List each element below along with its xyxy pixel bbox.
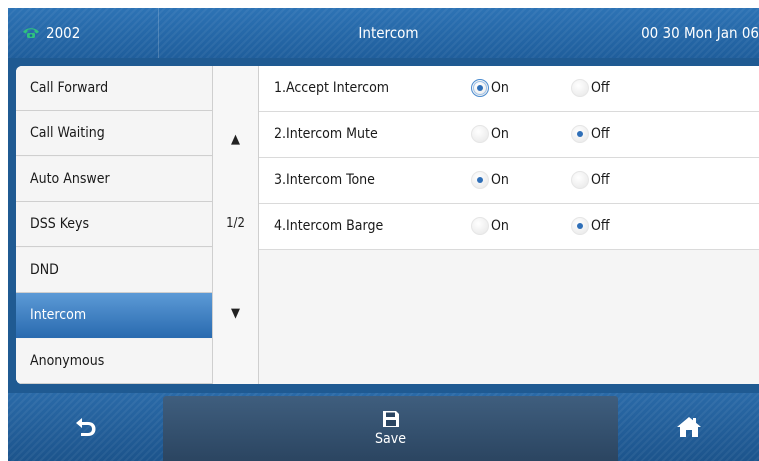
page-scroller: ▲ 1/2 ▼ <box>212 66 259 384</box>
phone-icon <box>23 28 39 38</box>
menu-item-label: Call Forward <box>30 80 109 96</box>
account-indicator[interactable]: 2002 <box>22 8 159 58</box>
back-arrow-icon <box>75 418 95 436</box>
phone-screen: 2002 Intercom 00 30 Mon Jan 06 Call Forw… <box>8 8 759 461</box>
radio-label: Off <box>591 126 610 142</box>
radio-checked-icon <box>471 79 489 97</box>
scroll-up-icon[interactable]: ▲ <box>213 132 258 147</box>
save-button[interactable]: Save <box>163 396 618 461</box>
setting-label: 4.Intercom Barge <box>274 218 384 234</box>
menu-item-label: Intercom <box>30 307 87 323</box>
radio-checked-icon <box>571 125 589 143</box>
menu-item-label: Call Waiting <box>30 125 105 141</box>
intercom-mute-on-radio[interactable]: On <box>471 125 509 143</box>
intercom-barge-on-radio[interactable]: On <box>471 217 509 235</box>
softkey-bar: Save <box>8 393 759 461</box>
intercom-tone-off-radio[interactable]: Off <box>571 171 610 189</box>
account-extension: 2002 <box>46 24 81 42</box>
radio-label: On <box>491 172 509 188</box>
content-panel: Call Forward Call Waiting Auto Answer DS… <box>16 66 759 384</box>
accept-intercom-off-radio[interactable]: Off <box>571 79 610 97</box>
accept-intercom-on-radio[interactable]: On <box>471 79 509 97</box>
setting-row-intercom-tone: 3.Intercom Tone On Off <box>259 158 759 204</box>
home-button[interactable] <box>618 393 759 461</box>
menu-item-anonymous[interactable]: Anonymous <box>16 339 212 384</box>
radio-label: Off <box>591 218 610 234</box>
radio-label: Off <box>591 172 610 188</box>
settings-list: 1.Accept Intercom On Off 2.Intercom Mute… <box>259 66 759 384</box>
setting-row-accept-intercom: 1.Accept Intercom On Off <box>259 66 759 112</box>
home-icon <box>676 417 701 437</box>
menu-item-intercom[interactable]: Intercom <box>16 293 212 338</box>
menu-item-dnd[interactable]: DND <box>16 248 212 293</box>
scroll-down-icon[interactable]: ▼ <box>213 306 258 321</box>
radio-unchecked-icon <box>571 79 589 97</box>
radio-unchecked-icon <box>471 217 489 235</box>
intercom-mute-off-radio[interactable]: Off <box>571 125 610 143</box>
setting-label: 3.Intercom Tone <box>274 172 375 188</box>
radio-label: On <box>491 80 509 96</box>
floppy-disk-icon <box>382 411 399 427</box>
radio-label: On <box>491 218 509 234</box>
radio-unchecked-icon <box>471 125 489 143</box>
status-bar: 2002 Intercom 00 30 Mon Jan 06 <box>8 8 759 58</box>
radio-unchecked-icon <box>571 171 589 189</box>
menu-item-label: DSS Keys <box>30 216 90 232</box>
setting-row-intercom-mute: 2.Intercom Mute On Off <box>259 112 759 158</box>
page-title: Intercom <box>358 24 419 42</box>
save-label: Save <box>375 431 406 447</box>
menu-item-auto-answer[interactable]: Auto Answer <box>16 157 212 202</box>
radio-checked-icon <box>571 217 589 235</box>
menu-item-call-forward[interactable]: Call Forward <box>16 66 212 111</box>
setting-label: 1.Accept Intercom <box>274 80 390 96</box>
menu-item-label: Auto Answer <box>30 171 110 187</box>
setting-label: 2.Intercom Mute <box>274 126 378 142</box>
menu-item-dss-keys[interactable]: DSS Keys <box>16 202 212 247</box>
back-button[interactable] <box>8 393 163 461</box>
intercom-barge-off-radio[interactable]: Off <box>571 217 610 235</box>
radio-checked-icon <box>471 171 489 189</box>
menu-item-label: DND <box>30 262 59 278</box>
radio-label: Off <box>591 80 610 96</box>
radio-label: On <box>491 126 509 142</box>
intercom-tone-on-radio[interactable]: On <box>471 171 509 189</box>
menu-item-label: Anonymous <box>30 353 105 369</box>
menu-item-call-waiting[interactable]: Call Waiting <box>16 111 212 156</box>
setting-row-intercom-barge: 4.Intercom Barge On Off <box>259 204 759 250</box>
settings-menu: Call Forward Call Waiting Auto Answer DS… <box>16 66 212 384</box>
page-indicator: 1/2 <box>226 216 245 231</box>
date-time: 00 30 Mon Jan 06 <box>641 24 759 42</box>
